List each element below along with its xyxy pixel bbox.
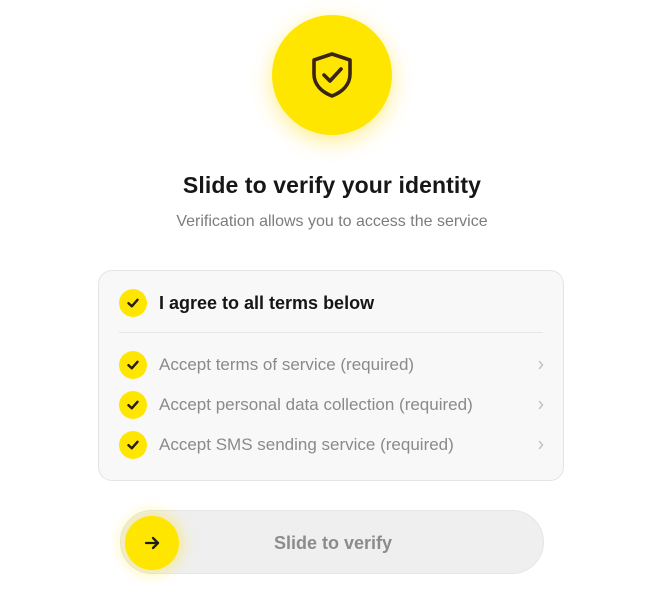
shield-check-icon xyxy=(312,52,352,98)
agree-all-row[interactable]: I agree to all terms below xyxy=(99,271,563,333)
terms-card: I agree to all terms below Accept terms … xyxy=(98,270,564,481)
slide-to-verify-track[interactable]: Slide to verify xyxy=(120,510,544,574)
arrow-right-icon xyxy=(144,536,160,550)
agree-all-checkbox[interactable] xyxy=(119,289,147,317)
slide-to-verify-handle[interactable] xyxy=(125,516,179,570)
chevron-right-icon[interactable] xyxy=(537,439,545,451)
checkmark-icon xyxy=(127,298,139,308)
term-label: Accept personal data collection (require… xyxy=(159,395,473,414)
page-subtitle: Verification allows you to access the se… xyxy=(176,213,488,230)
term-label: Accept terms of service (required) xyxy=(159,355,415,374)
term-label: Accept SMS sending service (required) xyxy=(159,435,454,454)
terms-of-service-checkbox[interactable] xyxy=(119,351,147,379)
chevron-right-icon[interactable] xyxy=(537,399,545,411)
sms-service-checkbox[interactable] xyxy=(119,431,147,459)
checkmark-icon xyxy=(127,440,139,450)
personal-data-checkbox[interactable] xyxy=(119,391,147,419)
term-row-terms-of-service[interactable]: Accept terms of service (required) xyxy=(99,345,563,385)
checkmark-icon xyxy=(127,360,139,370)
checkmark-icon xyxy=(127,400,139,410)
verification-badge xyxy=(272,15,392,135)
chevron-right-icon[interactable] xyxy=(537,359,545,371)
divider xyxy=(119,332,543,333)
term-row-personal-data[interactable]: Accept personal data collection (require… xyxy=(99,385,563,425)
slide-to-verify-label: Slide to verify xyxy=(273,533,393,553)
page-title: Slide to verify your identity xyxy=(182,172,482,198)
agree-all-label: I agree to all terms below xyxy=(159,293,375,313)
term-row-sms-service[interactable]: Accept SMS sending service (required) xyxy=(99,425,563,465)
